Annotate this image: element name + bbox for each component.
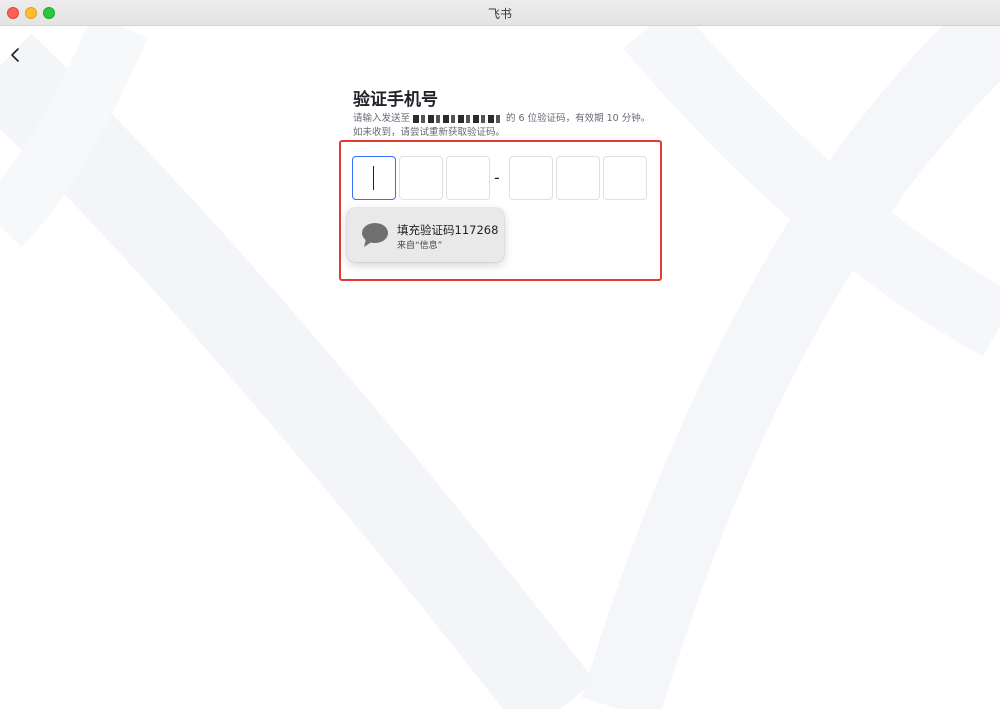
autofill-title: 填充验证码117268	[397, 223, 499, 237]
code-separator: -	[494, 168, 500, 187]
autofill-source: 来自“信息”	[397, 241, 443, 251]
code-digit-6[interactable]	[603, 156, 647, 200]
window-title: 飞书	[487, 7, 512, 21]
code-digit-4[interactable]	[509, 156, 553, 200]
code-digit-2[interactable]	[399, 156, 443, 200]
page-title: 验证手机号	[353, 90, 438, 110]
autofill-suggestion[interactable]: 填充验证码117268 来自“信息”	[347, 208, 504, 262]
message-bubble-icon	[362, 223, 388, 247]
main-content: 验证手机号 请输入发送至的 6 位验证码，有效期 10 分钟。如未收到，请尝试重…	[0, 26, 1000, 709]
masked-phone-number	[413, 114, 504, 123]
text-caret	[373, 166, 374, 190]
description-text: 请输入发送至的 6 位验证码，有效期 10 分钟。如未收到，请尝试重新获取验证码…	[353, 112, 653, 140]
code-digit-5[interactable]	[556, 156, 600, 200]
chevron-left-icon	[11, 48, 19, 62]
title-bar[interactable]: 飞书	[0, 0, 1000, 26]
app-window: 飞书 验证手机号 请输入发送至的 6 位验证码，有效期 10 分钟。如未收到，请…	[0, 0, 1000, 709]
code-digit-1[interactable]	[352, 156, 396, 200]
description-prefix: 请输入发送至	[353, 113, 411, 124]
back-button[interactable]	[6, 45, 26, 65]
code-digit-3[interactable]	[446, 156, 490, 200]
